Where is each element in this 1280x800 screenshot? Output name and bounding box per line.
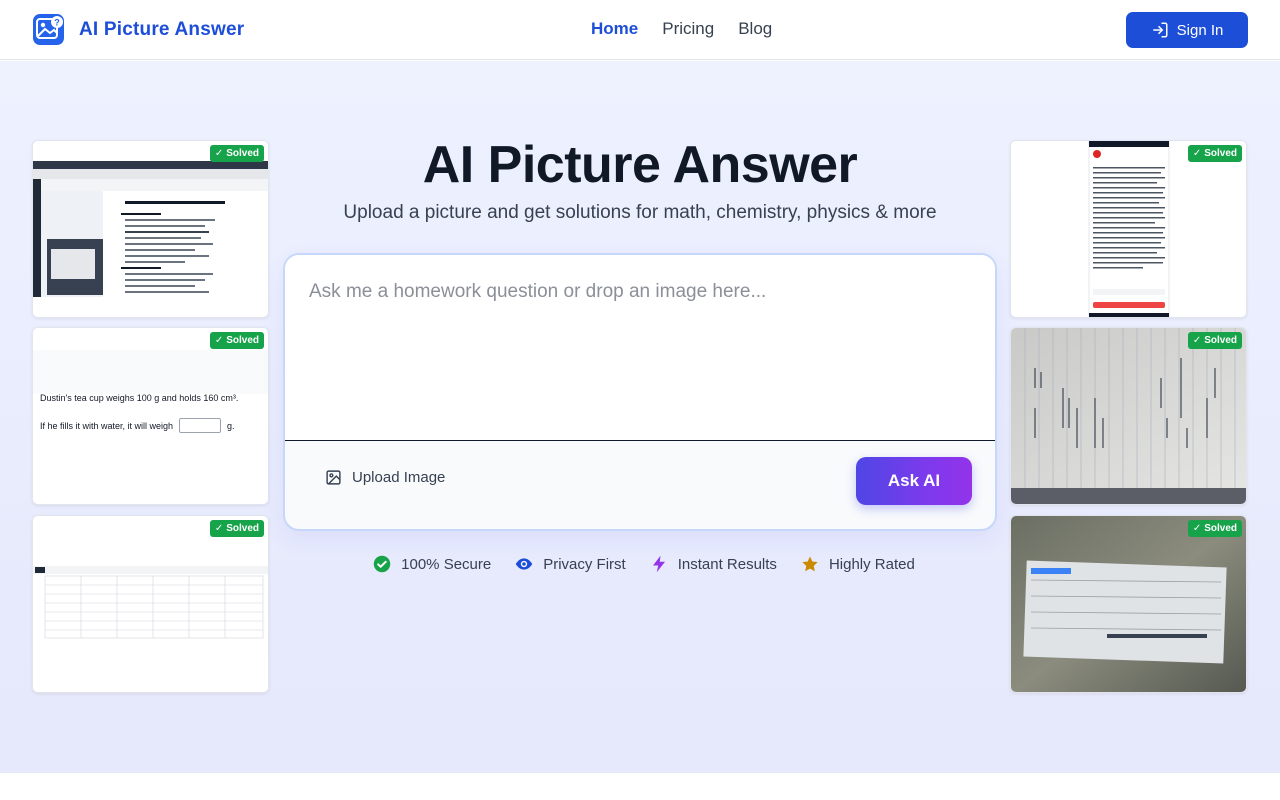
check-icon: ✓ [1192, 148, 1202, 159]
math-question-prefix: If he fills it with water, it will weigh [40, 420, 174, 431]
check-circle-icon [373, 555, 391, 573]
example-image-table [33, 516, 268, 692]
nav-blog[interactable]: Blog [738, 19, 772, 39]
answer-blank [179, 418, 222, 433]
brand[interactable]: ? AI Picture Answer [32, 13, 244, 46]
top-header: ? AI Picture Answer Home Pricing Blog Si… [0, 0, 1280, 60]
solved-badge: ✓ Solved [1187, 145, 1242, 162]
example-card[interactable]: ✓ Solved [1010, 327, 1247, 505]
example-card[interactable]: ✓ Solved [32, 515, 269, 693]
question-input[interactable] [285, 255, 995, 441]
solved-badge: ✓ Solved [209, 145, 264, 162]
feature-secure: 100% Secure [373, 555, 491, 573]
example-card[interactable]: ✓ Solved [1010, 140, 1247, 318]
brand-logo-icon: ? [33, 14, 64, 45]
math-question-line: Dustin's tea cup weighs 100 g and holds … [40, 393, 239, 403]
feature-rated: Highly Rated [801, 555, 915, 573]
upload-image-button[interactable]: Upload Image [325, 469, 445, 486]
sign-in-label: Sign In [1176, 21, 1224, 39]
solved-badge: ✓ Solved [1187, 332, 1242, 349]
upload-image-label: Upload Image [352, 469, 446, 486]
check-icon: ✓ [214, 335, 224, 346]
example-card[interactable]: ✓ Solved [1010, 515, 1247, 693]
nav-pricing[interactable]: Pricing [662, 19, 714, 39]
solved-badge: ✓ Solved [209, 332, 264, 349]
image-icon [326, 470, 341, 485]
main-nav: Home Pricing Blog [591, 19, 772, 39]
eye-icon [515, 558, 533, 570]
star-icon [802, 556, 818, 572]
feature-instant: Instant Results [650, 555, 777, 573]
check-icon: ✓ [1192, 523, 1202, 534]
page-bottom [0, 773, 1280, 800]
math-question-suffix: g. [227, 420, 235, 431]
feature-privacy: Privacy First [515, 555, 626, 573]
ask-ai-button[interactable]: Ask AI [856, 457, 972, 505]
brand-name: AI Picture Answer [79, 18, 245, 40]
hero-section: ✓ Solved ✓ Solved Dustin's tea cup weigh… [0, 61, 1280, 773]
example-image-photo [1011, 516, 1246, 692]
example-image-phone [1011, 141, 1246, 317]
example-image-handwritten [1011, 328, 1246, 504]
question-box: Upload Image Ask AI [283, 253, 997, 531]
sign-in-button[interactable]: Sign In [1126, 12, 1248, 48]
solved-badge: ✓ Solved [1187, 520, 1242, 537]
solved-badge: ✓ Solved [209, 520, 264, 537]
svg-text:?: ? [54, 18, 60, 28]
sign-in-icon [1152, 22, 1168, 38]
check-icon: ✓ [214, 148, 224, 159]
lightning-icon [652, 555, 665, 573]
nav-home[interactable]: Home [591, 19, 638, 39]
example-image-math: Dustin's tea cup weighs 100 g and holds … [33, 328, 268, 504]
example-card[interactable]: ✓ Solved Dustin's tea cup weighs 100 g an… [32, 327, 269, 505]
check-icon: ✓ [214, 523, 224, 534]
check-icon: ✓ [1192, 335, 1202, 346]
